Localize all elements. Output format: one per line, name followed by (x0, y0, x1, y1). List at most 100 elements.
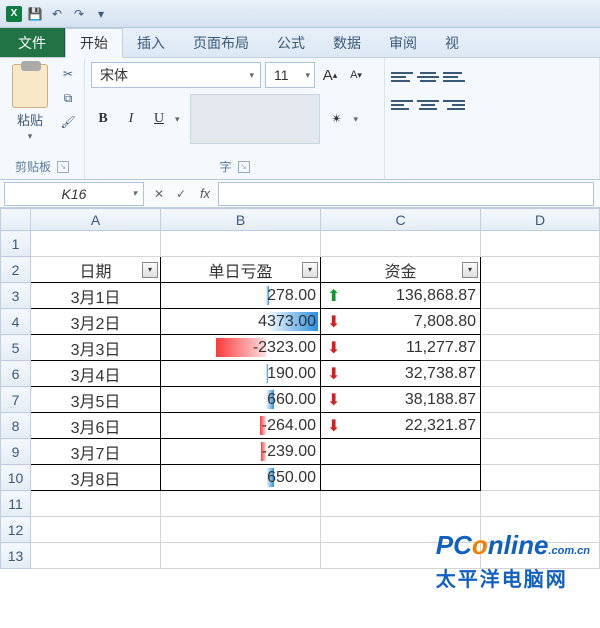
row-header[interactable]: 3 (1, 283, 31, 309)
cell-cap[interactable]: ⬇11,277.87 (321, 335, 481, 361)
cell-cap[interactable]: ⬆136,868.87 (321, 283, 481, 309)
cell-date[interactable]: 3月5日 (31, 387, 161, 413)
row-header[interactable]: 11 (1, 491, 31, 517)
underline-dropdown-icon[interactable]: ▾ (175, 114, 180, 125)
align-middle-button[interactable] (417, 68, 439, 86)
cell[interactable] (481, 543, 600, 569)
row-header[interactable]: 1 (1, 231, 31, 257)
cell-cap[interactable] (321, 465, 481, 491)
name-box[interactable]: K16▾ (4, 182, 144, 206)
bold-button[interactable]: B (91, 107, 115, 131)
cell[interactable] (481, 387, 600, 413)
cell[interactable] (31, 543, 161, 569)
cell-cap[interactable] (321, 439, 481, 465)
cell[interactable] (31, 231, 161, 257)
cell[interactable] (481, 517, 600, 543)
save-icon[interactable]: 💾 (26, 5, 44, 23)
row-header[interactable]: 7 (1, 387, 31, 413)
tab-file[interactable]: 文件 (0, 28, 65, 57)
cell-date[interactable]: 3月6日 (31, 413, 161, 439)
cell[interactable] (481, 491, 600, 517)
cell-cap[interactable]: ⬇22,321.87 (321, 413, 481, 439)
cut-icon[interactable]: ✂ (58, 64, 78, 84)
tab-insert[interactable]: 插入 (123, 28, 179, 57)
cell[interactable] (321, 517, 481, 543)
chevron-down-icon[interactable]: ▾ (354, 114, 359, 125)
paste-dropdown-icon[interactable]: ▾ (28, 131, 33, 142)
cell[interactable] (481, 231, 600, 257)
cell[interactable] (481, 309, 600, 335)
cell-pl[interactable]: 660.00 (161, 387, 321, 413)
filter-button[interactable]: ▾ (462, 262, 478, 278)
qat-customize-icon[interactable]: ▾ (92, 5, 110, 23)
tab-page-layout[interactable]: 页面布局 (179, 28, 263, 57)
align-right-button[interactable] (443, 96, 465, 114)
filter-button[interactable]: ▾ (302, 262, 318, 278)
grow-font-button[interactable]: A▴ (319, 64, 341, 86)
underline-button[interactable]: U (147, 107, 171, 131)
cell-pl[interactable]: 650.00 (161, 465, 321, 491)
align-center-button[interactable] (417, 96, 439, 114)
tab-formula[interactable]: 公式 (263, 28, 319, 57)
row-header[interactable]: 2 (1, 257, 31, 283)
cell[interactable] (31, 491, 161, 517)
formula-input[interactable] (218, 182, 594, 206)
tab-review[interactable]: 审阅 (375, 28, 431, 57)
redo-icon[interactable]: ↷ (70, 5, 88, 23)
cell[interactable] (481, 361, 600, 387)
spreadsheet-grid[interactable]: A B C D 1 2 日期▾ 单日亏盈▾ 资金▾ 3 3月1日 278.00 … (0, 208, 600, 569)
font-size-combobox[interactable]: 11▾ (265, 62, 315, 88)
col-header-C[interactable]: C (321, 209, 481, 231)
font-name-combobox[interactable]: 宋体▾ (91, 62, 261, 88)
cell[interactable] (481, 257, 600, 283)
tab-home[interactable]: 开始 (65, 28, 123, 58)
paste-button[interactable]: 粘贴 ▾ (6, 62, 54, 144)
table-header-pl[interactable]: 单日亏盈▾ (161, 257, 321, 283)
row-header[interactable]: 5 (1, 335, 31, 361)
clear-format-button[interactable]: ✴ (324, 108, 350, 130)
cell[interactable] (481, 439, 600, 465)
cell[interactable] (481, 413, 600, 439)
shrink-font-button[interactable]: A▾ (345, 64, 367, 86)
cell[interactable] (321, 543, 481, 569)
tab-data[interactable]: 数据 (319, 28, 375, 57)
enter-formula-icon[interactable]: ✓ (170, 183, 192, 205)
align-top-button[interactable] (391, 68, 413, 86)
cell[interactable] (481, 335, 600, 361)
align-bottom-button[interactable] (443, 68, 465, 86)
col-header-D[interactable]: D (481, 209, 600, 231)
cell[interactable] (321, 491, 481, 517)
cell-pl[interactable]: -2323.00 (161, 335, 321, 361)
row-header[interactable]: 13 (1, 543, 31, 569)
cell-date[interactable]: 3月3日 (31, 335, 161, 361)
row-header[interactable]: 12 (1, 517, 31, 543)
cell[interactable] (161, 231, 321, 257)
cell-date[interactable]: 3月7日 (31, 439, 161, 465)
row-header[interactable]: 4 (1, 309, 31, 335)
clipboard-dialog-launcher-icon[interactable]: ↘ (57, 161, 69, 173)
align-left-button[interactable] (391, 96, 413, 114)
table-header-date[interactable]: 日期▾ (31, 257, 161, 283)
cell-pl[interactable]: 4373.00 (161, 309, 321, 335)
cancel-formula-icon[interactable]: ✕ (148, 183, 170, 205)
cell[interactable] (481, 283, 600, 309)
cell[interactable] (321, 231, 481, 257)
cell-date[interactable]: 3月2日 (31, 309, 161, 335)
filter-button[interactable]: ▾ (142, 262, 158, 278)
cell-pl[interactable]: -239.00 (161, 439, 321, 465)
select-all-corner[interactable] (1, 209, 31, 231)
cell[interactable] (161, 543, 321, 569)
italic-button[interactable]: I (119, 107, 143, 131)
undo-icon[interactable]: ↶ (48, 5, 66, 23)
row-header[interactable]: 8 (1, 413, 31, 439)
row-header[interactable]: 10 (1, 465, 31, 491)
row-header[interactable]: 9 (1, 439, 31, 465)
cell[interactable] (31, 517, 161, 543)
cell-date[interactable]: 3月4日 (31, 361, 161, 387)
col-header-A[interactable]: A (31, 209, 161, 231)
copy-icon[interactable]: ⧉ (58, 88, 78, 108)
font-dialog-launcher-icon[interactable]: ↘ (238, 161, 250, 173)
cell-cap[interactable]: ⬇7,808.80 (321, 309, 481, 335)
cell-date[interactable]: 3月1日 (31, 283, 161, 309)
tab-view[interactable]: 视 (431, 28, 473, 57)
